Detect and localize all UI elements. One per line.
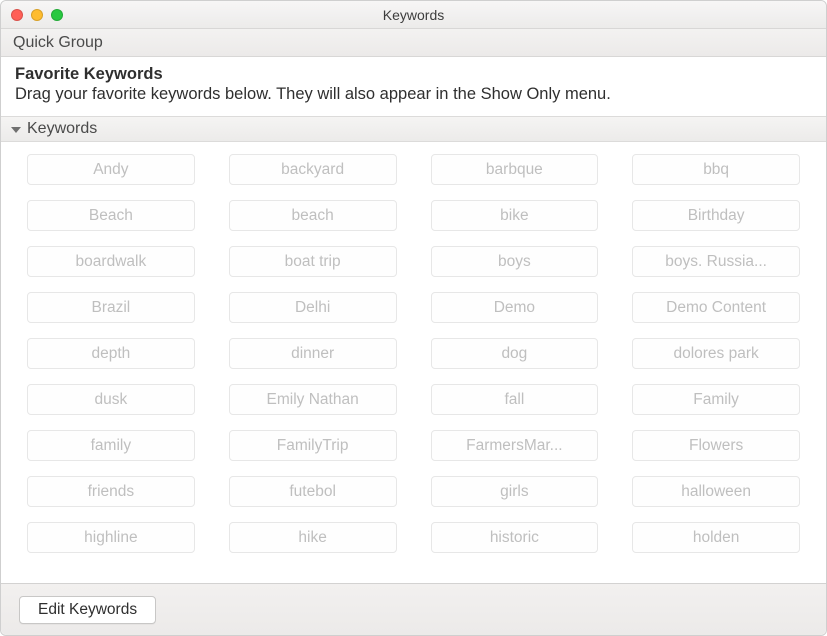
keyword-label: holden (693, 529, 740, 547)
keyword-label: depth (91, 345, 130, 363)
keyword-label: FarmersMar... (466, 437, 562, 455)
keyword-label: highline (84, 529, 137, 547)
keyword-label: Family (693, 391, 739, 409)
keyword-label: futebol (289, 483, 336, 501)
keyword-chip[interactable]: Family (632, 384, 800, 415)
chevron-down-icon (11, 127, 21, 133)
keyword-label: bbq (703, 161, 729, 179)
keywords-section-header[interactable]: Keywords (1, 116, 826, 142)
keyword-label: girls (500, 483, 528, 501)
keywords-grid: Andy backyard barbque bbq Beach beach bike Birt… (27, 154, 800, 553)
keyword-chip[interactable]: dog (431, 338, 599, 369)
keyword-chip[interactable]: girls (431, 476, 599, 507)
favorites-description: Drag your favorite keywords below. They … (15, 85, 812, 104)
keyword-chip[interactable]: boys (431, 246, 599, 277)
keyword-chip[interactable]: bike (431, 200, 599, 231)
keyword-chip[interactable]: Beach (27, 200, 195, 231)
keyword-label: family (91, 437, 131, 455)
keyword-chip[interactable]: FamilyTrip (229, 430, 397, 461)
keyword-label: boat trip (285, 253, 341, 271)
keywords-grid-container: Andy backyard barbque bbq Beach beach bike Birt… (1, 142, 826, 583)
keyword-label: Demo Content (666, 299, 766, 317)
keyword-chip[interactable]: halloween (632, 476, 800, 507)
keyword-chip[interactable]: Demo Content (632, 292, 800, 323)
keyword-label: boardwalk (76, 253, 147, 271)
keyword-chip[interactable]: dusk (27, 384, 195, 415)
keyword-chip[interactable]: friends (27, 476, 195, 507)
keyword-chip[interactable]: historic (431, 522, 599, 553)
keyword-label: hike (298, 529, 326, 547)
keyword-chip[interactable]: boardwalk (27, 246, 195, 277)
keyword-chip[interactable]: Brazil (27, 292, 195, 323)
keyword-chip[interactable]: boat trip (229, 246, 397, 277)
keyword-label: Birthday (688, 207, 745, 225)
keyword-label: barbque (486, 161, 543, 179)
keyword-chip[interactable]: Demo (431, 292, 599, 323)
quick-group-bar: Quick Group (1, 29, 826, 57)
keywords-section-label: Keywords (27, 120, 97, 138)
keyword-label: halloween (681, 483, 751, 501)
edit-keywords-button[interactable]: Edit Keywords (19, 596, 156, 624)
keyword-label: dusk (95, 391, 128, 409)
keyword-chip[interactable]: futebol (229, 476, 397, 507)
keyword-label: Brazil (91, 299, 130, 317)
keyword-label: dinner (291, 345, 334, 363)
keyword-label: Flowers (689, 437, 743, 455)
keyword-label: dolores park (673, 345, 758, 363)
keyword-chip[interactable]: Andy (27, 154, 195, 185)
keyword-chip[interactable]: Delhi (229, 292, 397, 323)
keyword-label: fall (504, 391, 524, 409)
keyword-chip[interactable]: dinner (229, 338, 397, 369)
keyword-chip[interactable]: Flowers (632, 430, 800, 461)
keyword-chip[interactable]: bbq (632, 154, 800, 185)
minimize-icon[interactable] (31, 9, 43, 21)
keyword-chip[interactable]: family (27, 430, 195, 461)
keyword-chip[interactable]: FarmersMar... (431, 430, 599, 461)
edit-keywords-label: Edit Keywords (38, 601, 137, 619)
keyword-label: beach (292, 207, 334, 225)
keyword-label: Beach (89, 207, 133, 225)
keyword-label: boys (498, 253, 531, 271)
keyword-label: Emily Nathan (267, 391, 359, 409)
keyword-label: dog (501, 345, 527, 363)
keyword-label: friends (88, 483, 135, 501)
keyword-label: historic (490, 529, 539, 547)
keyword-chip[interactable]: dolores park (632, 338, 800, 369)
window-title: Keywords (1, 7, 826, 23)
keyword-label: boys. Russia... (665, 253, 767, 271)
keyword-chip[interactable]: barbque (431, 154, 599, 185)
keyword-chip[interactable]: hike (229, 522, 397, 553)
keyword-label: Andy (93, 161, 128, 179)
keyword-chip[interactable]: beach (229, 200, 397, 231)
keyword-chip[interactable]: boys. Russia... (632, 246, 800, 277)
keyword-label: bike (500, 207, 528, 225)
keyword-chip[interactable]: highline (27, 522, 195, 553)
traffic-lights (1, 9, 63, 21)
keyword-chip[interactable]: Emily Nathan (229, 384, 397, 415)
keyword-chip[interactable]: Birthday (632, 200, 800, 231)
quick-group-label: Quick Group (13, 34, 103, 52)
keyword-label: backyard (281, 161, 344, 179)
keyword-label: Demo (494, 299, 535, 317)
favorites-title: Favorite Keywords (15, 65, 812, 84)
zoom-icon[interactable] (51, 9, 63, 21)
keyword-label: Delhi (295, 299, 330, 317)
keyword-chip[interactable]: backyard (229, 154, 397, 185)
favorites-section: Favorite Keywords Drag your favorite key… (1, 57, 826, 116)
window-titlebar: Keywords (1, 1, 826, 29)
keyword-chip[interactable]: holden (632, 522, 800, 553)
keyword-chip[interactable]: depth (27, 338, 195, 369)
keyword-chip[interactable]: fall (431, 384, 599, 415)
keyword-label: FamilyTrip (277, 437, 349, 455)
close-icon[interactable] (11, 9, 23, 21)
footer-bar: Edit Keywords (1, 583, 826, 635)
